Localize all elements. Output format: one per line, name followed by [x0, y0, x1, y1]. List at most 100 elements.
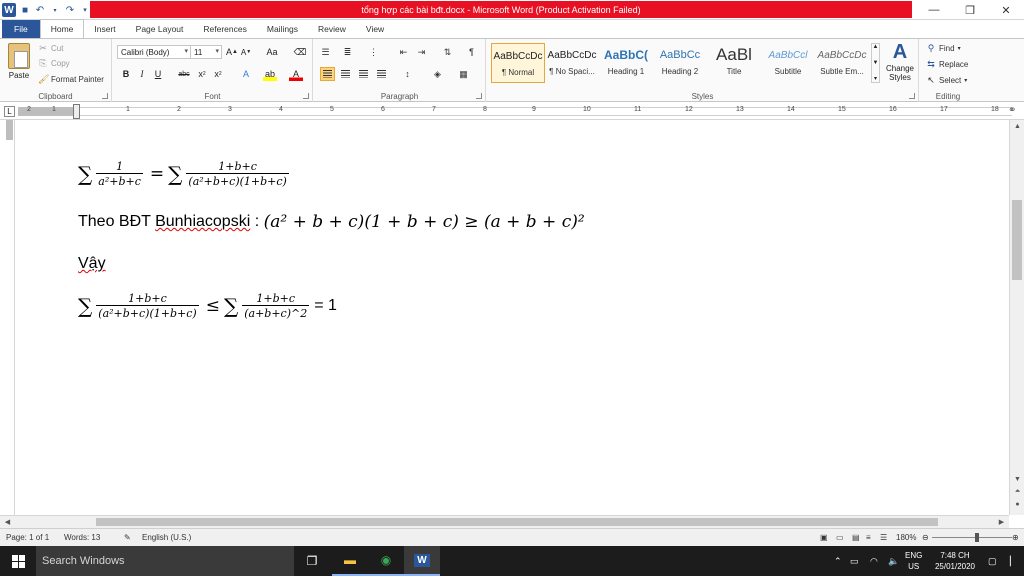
document-page[interactable]: ∑ 1 a²+b+c = ∑ 1+b+c (a²+b+c)(1+b+c) The…: [16, 120, 1009, 515]
tab-file[interactable]: File: [2, 20, 40, 38]
tab-page-layout[interactable]: Page Layout: [126, 20, 194, 38]
styles-scroll[interactable]: ▲ ▼ ▾: [871, 43, 880, 83]
horizontal-ruler[interactable]: L 2 1 1 2 3 4 5 6 7 8 9 10 11 12 13 14 1…: [0, 103, 1024, 120]
font-color-icon[interactable]: A: [289, 67, 303, 81]
restore-button[interactable]: ❐: [952, 0, 988, 20]
scroll-thumb[interactable]: [96, 518, 938, 526]
zoom-slider[interactable]: [932, 537, 1012, 538]
cut-button[interactable]: ✂ Cut: [38, 43, 63, 54]
indent-marker[interactable]: [73, 104, 80, 119]
find-button[interactable]: ⚲ Find ▾: [926, 43, 961, 54]
save-icon[interactable]: ■: [19, 3, 31, 17]
style-normal[interactable]: AaBbCcDc ¶ Normal: [491, 43, 545, 83]
scroll-right-icon[interactable]: ▶: [994, 516, 1009, 528]
vertical-scrollbar[interactable]: ▲ ▼ ⏶ ●: [1009, 120, 1024, 515]
redo-icon[interactable]: ↷: [64, 3, 76, 17]
paragraph-launcher-icon[interactable]: [476, 93, 482, 99]
copy-button[interactable]: ⎘ Copy: [38, 58, 69, 69]
draft-icon[interactable]: ☰: [880, 533, 887, 542]
word-taskbar-icon[interactable]: W: [404, 546, 440, 576]
word-logo-icon[interactable]: W: [2, 3, 16, 17]
text-line-3[interactable]: Vậy: [78, 255, 106, 273]
word-count[interactable]: Words: 13: [64, 533, 100, 542]
tab-selector-icon[interactable]: L: [4, 106, 15, 117]
justify-icon[interactable]: [374, 67, 389, 81]
shading-icon[interactable]: ◈: [430, 67, 445, 81]
scroll-up-icon[interactable]: ▲: [1010, 120, 1024, 132]
horizontal-scrollbar[interactable]: ◀ ▶: [0, 515, 1009, 528]
equation-line-1[interactable]: ∑ 1 a²+b+c = ∑ 1+b+c (a²+b+c)(1+b+c): [78, 160, 292, 188]
tab-view[interactable]: View: [356, 20, 394, 38]
select-button[interactable]: ↖ Select ▾: [926, 75, 967, 86]
replace-button[interactable]: ⇆ Replace: [926, 59, 968, 70]
strikethrough-button[interactable]: abc: [177, 67, 191, 81]
line-spacing-icon[interactable]: ↕: [400, 67, 415, 81]
superscript-button[interactable]: x2: [211, 67, 225, 81]
full-screen-icon[interactable]: ▭: [836, 533, 844, 542]
grow-font-button[interactable]: A ▲: [225, 45, 239, 59]
format-painter-button[interactable]: 🖌 Format Painter: [38, 74, 104, 85]
multilevel-list-icon[interactable]: ⋮: [366, 45, 381, 59]
text-line-2[interactable]: Theo BĐT Bunhiacopski : (a² + b + c)(1 +…: [78, 212, 585, 232]
proofing-icon[interactable]: ✎: [124, 533, 131, 542]
increase-indent-icon[interactable]: ⇥: [414, 45, 429, 59]
tab-mailings[interactable]: Mailings: [257, 20, 308, 38]
style-heading-1[interactable]: AaBbC(Heading 1: [599, 43, 653, 83]
align-left-icon[interactable]: [320, 67, 335, 81]
style-no-spacing[interactable]: AaBbCcDc ¶ No Spaci...: [545, 43, 599, 83]
clock[interactable]: 7:48 CH 25/01/2020: [934, 550, 976, 572]
tab-home[interactable]: Home: [39, 19, 85, 38]
file-explorer-icon[interactable]: ▬: [332, 546, 368, 576]
outline-icon[interactable]: ≡: [866, 533, 871, 542]
network-icon[interactable]: ▭: [850, 546, 859, 576]
highlight-icon[interactable]: ab: [263, 67, 277, 81]
print-layout-icon[interactable]: ▣: [820, 533, 828, 542]
scroll-down-icon[interactable]: ▼: [1010, 473, 1024, 485]
italic-button[interactable]: I: [135, 67, 149, 81]
change-styles-button[interactable]: A Change Styles: [883, 41, 917, 82]
chrome-icon[interactable]: ◉: [368, 546, 404, 576]
subscript-button[interactable]: x2: [195, 67, 209, 81]
task-view-icon[interactable]: ❐: [294, 546, 330, 576]
start-button[interactable]: [0, 546, 36, 576]
font-launcher-icon[interactable]: [303, 93, 309, 99]
align-right-icon[interactable]: [356, 67, 371, 81]
notifications-icon[interactable]: ▢: [988, 546, 997, 576]
show-hidden-icons-icon[interactable]: ⌃: [834, 546, 842, 576]
close-button[interactable]: ✕: [988, 0, 1024, 20]
undo-dropdown-icon[interactable]: ▾: [49, 3, 61, 17]
text-effects-button[interactable]: A: [239, 67, 253, 81]
page-count[interactable]: Page: 1 of 1: [6, 533, 49, 542]
style-subtle-emphasis[interactable]: AaBbCcDc Subtle Em...: [815, 43, 869, 83]
vertical-ruler[interactable]: [4, 120, 15, 515]
browse-object-icon[interactable]: ●: [1010, 498, 1024, 510]
style-title[interactable]: AaBl Title: [707, 43, 761, 83]
decrease-indent-icon[interactable]: ⇤: [396, 45, 411, 59]
shrink-font-button[interactable]: A ▼: [239, 45, 253, 59]
sort-icon[interactable]: ⇅: [440, 45, 455, 59]
style-subtitle[interactable]: AaBbCcl Subtitle: [761, 43, 815, 83]
bullets-icon[interactable]: ☰: [318, 45, 333, 59]
bold-button[interactable]: B: [119, 67, 133, 81]
show-desktop-icon[interactable]: ▏: [1010, 546, 1017, 576]
undo-icon[interactable]: ↶: [34, 3, 46, 17]
scroll-thumb[interactable]: [1012, 200, 1022, 280]
style-heading-2[interactable]: AaBbCc Heading 2: [653, 43, 707, 83]
language[interactable]: English (U.S.): [142, 533, 191, 542]
paste-button[interactable]: Paste: [5, 43, 33, 80]
equation-line-4[interactable]: ∑ 1+b+c (a²+b+c)(1+b+c) ≤ ∑ 1+b+c (a+b+c…: [78, 292, 337, 320]
clear-formatting-icon[interactable]: ⌫: [293, 45, 307, 59]
underline-button[interactable]: U: [151, 67, 165, 81]
search-box[interactable]: Search Windows: [36, 546, 294, 576]
tab-review[interactable]: Review: [308, 20, 356, 38]
styles-launcher-icon[interactable]: [909, 93, 915, 99]
tab-insert[interactable]: Insert: [84, 20, 125, 38]
minimize-button[interactable]: —: [916, 0, 952, 20]
zoom-in-icon[interactable]: ⊕: [1012, 533, 1019, 542]
clipboard-launcher-icon[interactable]: [102, 93, 108, 99]
change-case-button[interactable]: Aa: [265, 45, 279, 59]
wifi-icon[interactable]: ◠: [870, 546, 878, 576]
align-center-icon[interactable]: [338, 67, 353, 81]
numbering-icon[interactable]: ≣: [340, 45, 355, 59]
zoom-out-icon[interactable]: ⊖: [922, 533, 929, 542]
